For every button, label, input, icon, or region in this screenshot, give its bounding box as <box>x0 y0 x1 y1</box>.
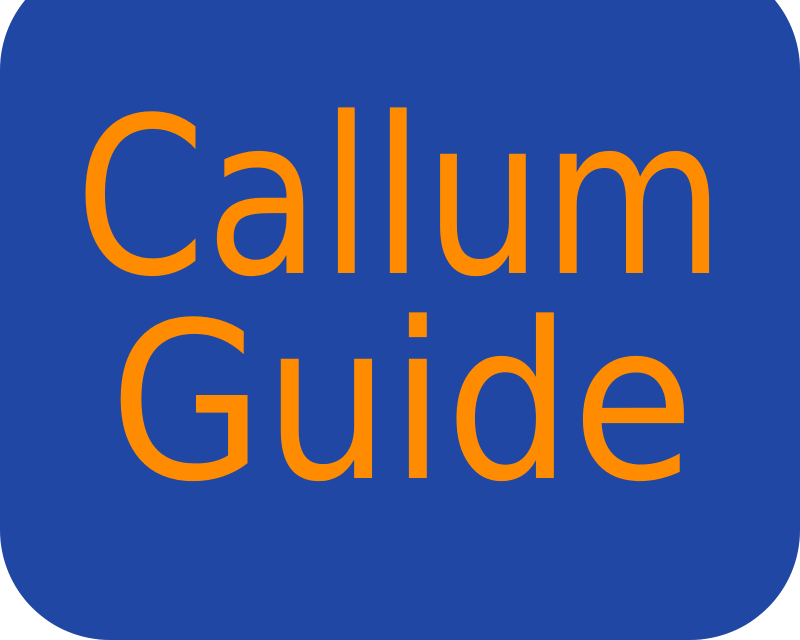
logo-line-guide: Guide <box>110 277 695 530</box>
app-logo: Callum Guide <box>75 72 725 530</box>
